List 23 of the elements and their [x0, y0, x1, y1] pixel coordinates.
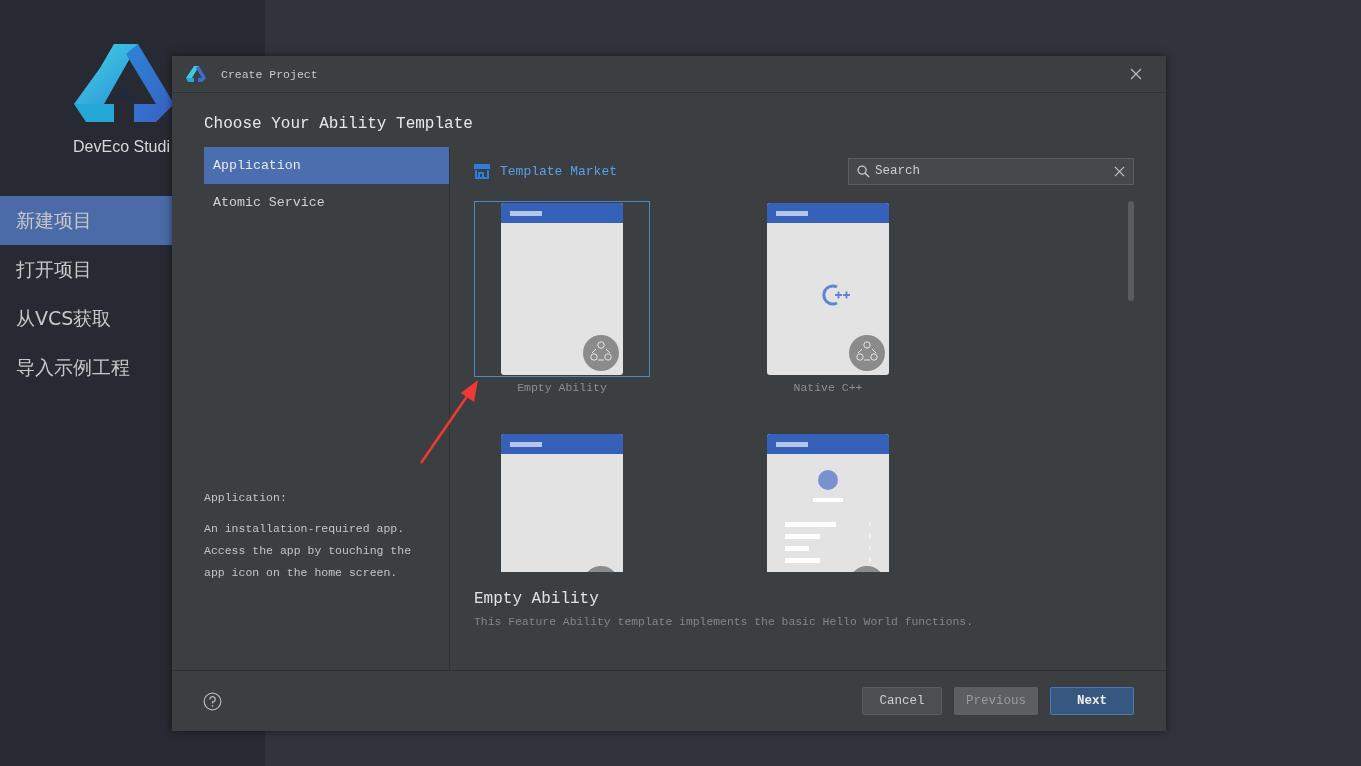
template-description: This Feature Ability template implements the basic Hello World functions. — [474, 616, 974, 628]
template-market-link[interactable]: Template Market — [474, 163, 618, 179]
dialog-heading: Choose Your Ability Template — [204, 115, 474, 135]
next-button[interactable]: Next — [1050, 687, 1134, 715]
category-item[interactable]: Application — [204, 147, 449, 184]
clear-icon[interactable] — [1114, 165, 1125, 177]
search-icon — [857, 164, 870, 178]
close-icon[interactable] — [1130, 68, 1142, 80]
dialog-title: Create Project — [221, 67, 319, 81]
logo-icon — [186, 66, 206, 82]
category-title: Application: — [204, 491, 288, 504]
search-field[interactable]: Search — [848, 157, 1134, 185]
help-icon[interactable] — [203, 691, 222, 711]
template-card[interactable] — [474, 201, 650, 377]
template-title: Empty Ability — [474, 590, 600, 608]
template-name: Native C++ — [793, 381, 863, 394]
app-name: DevEco Studi — [73, 138, 170, 156]
store-icon — [474, 163, 490, 179]
cancel-button[interactable]: Cancel — [862, 687, 942, 715]
scrollbar[interactable] — [1128, 201, 1134, 301]
category-description: An installation-required app. Access the app by touching the app icon on the home screen. — [204, 521, 413, 581]
logo-icon — [74, 44, 174, 124]
template-name: Empty Ability — [517, 381, 607, 394]
